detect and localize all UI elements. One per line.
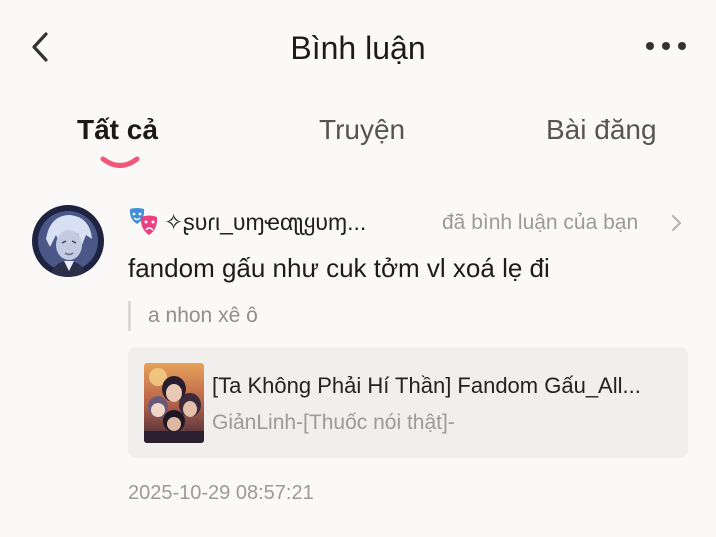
quoted-comment: a nhon xê ô — [128, 301, 258, 331]
comment-timestamp: 2025-10-29 08:57:21 — [128, 482, 314, 504]
app-header: Bình luận — [0, 0, 716, 100]
avatar[interactable] — [32, 205, 104, 277]
more-horizontal-icon — [646, 42, 686, 50]
username[interactable]: ✧ʂυɾι_υɱҽαʅʅყυɱ... — [164, 209, 426, 236]
comment-action-text[interactable]: đã bình luận của bạn — [442, 211, 638, 235]
tab-all[interactable]: Tất cả — [77, 114, 158, 146]
story-author: GiảnLinh-[Thuốc nói thật]- — [212, 411, 455, 434]
more-options-button[interactable] — [644, 34, 688, 58]
story-cover-image — [144, 363, 204, 443]
page-title: Bình luận — [290, 30, 426, 66]
comment-header: ✧ʂυɾι_υɱҽαʅʅყυɱ... đã bình luận của bạn — [128, 205, 688, 237]
chevron-right-icon[interactable] — [670, 213, 684, 233]
story-card[interactable]: [Ta Không Phải Hí Thần] Fandom Gấu_All..… — [128, 347, 688, 458]
theater-masks-icon — [129, 208, 158, 235]
tab-bar: Tất cả Truyện Bài đăng — [0, 108, 716, 178]
story-title: [Ta Không Phải Hí Thần] Fandom Gấu_All..… — [212, 373, 641, 398]
tab-posts[interactable]: Bài đăng — [546, 114, 657, 146]
tab-stories[interactable]: Truyện — [319, 114, 405, 146]
comment-text: fandom gấu như cuk tởm vl xoá lẹ đi — [128, 253, 550, 283]
active-tab-indicator — [100, 156, 140, 168]
